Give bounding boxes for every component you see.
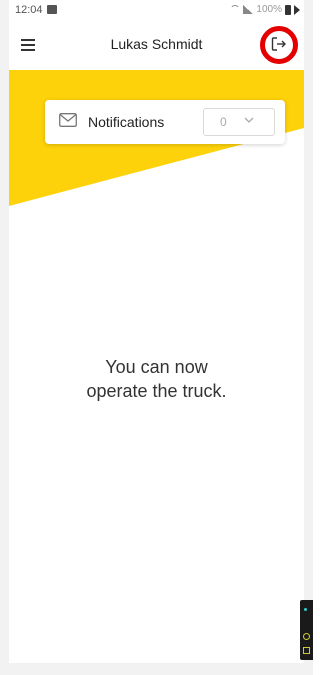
status-time: 12:04 <box>15 4 43 16</box>
widget-square-icon <box>303 647 310 654</box>
wifi-icon <box>230 5 241 14</box>
arrow-icon <box>294 4 300 15</box>
signal-icon <box>243 5 254 14</box>
status-bar: 12:04 100% <box>9 0 304 20</box>
widget-dot-icon <box>304 608 307 611</box>
chevron-down-icon <box>244 117 254 123</box>
status-message-line-2: operate the truck. <box>86 381 227 401</box>
battery-percentage: 100% <box>256 4 282 15</box>
app-bar: Lukas Schmidt <box>9 20 304 70</box>
widget-search-icon <box>303 633 310 640</box>
status-icons: 100% <box>230 4 300 15</box>
notifications-count-value: 0 <box>220 115 227 129</box>
battery-icon <box>285 4 291 15</box>
notifications-count-select[interactable]: 0 <box>203 108 275 136</box>
left-frame-edge <box>0 0 9 675</box>
menu-icon[interactable] <box>21 39 35 51</box>
bottom-frame-edge <box>0 663 313 675</box>
floating-side-widget[interactable] <box>300 600 313 660</box>
logout-icon <box>271 37 286 51</box>
status-message: You can now operate the truck. <box>20 355 293 403</box>
right-frame-edge <box>304 0 313 675</box>
notifications-card[interactable]: Notifications 0 <box>45 100 285 144</box>
logout-button[interactable] <box>260 26 298 64</box>
status-message-line-1: You can now <box>105 357 208 377</box>
page-title: Lukas Schmidt <box>110 36 203 52</box>
message-notification-icon <box>47 5 57 14</box>
notifications-label: Notifications <box>88 114 165 130</box>
mail-icon <box>59 113 77 127</box>
